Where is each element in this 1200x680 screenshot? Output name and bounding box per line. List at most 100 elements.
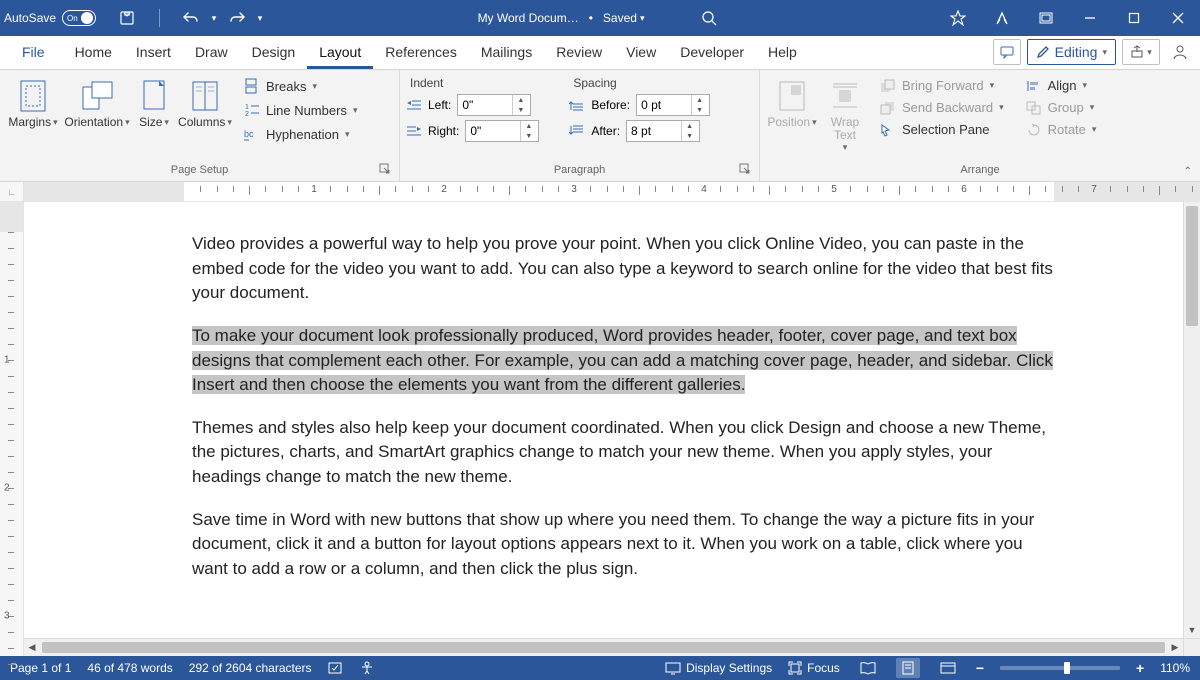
- accessibility-icon[interactable]: [360, 661, 374, 675]
- web-layout-icon[interactable]: [936, 658, 960, 678]
- save-icon[interactable]: [112, 4, 142, 32]
- tab-references[interactable]: References: [373, 38, 469, 69]
- rotate-button: Rotate▾: [1022, 120, 1101, 139]
- tab-mailings[interactable]: Mailings: [469, 38, 544, 69]
- account-icon[interactable]: [1166, 39, 1194, 65]
- zoom-out[interactable]: −: [976, 660, 984, 676]
- zoom-thumb[interactable]: [1064, 662, 1070, 674]
- tab-design[interactable]: Design: [240, 38, 308, 69]
- tab-layout[interactable]: Layout: [307, 38, 373, 69]
- undo-dropdown[interactable]: ▾: [208, 4, 220, 32]
- hyphenation-button[interactable]: bc Hyphenation▾: [240, 124, 361, 144]
- paragraph[interactable]: Video provides a powerful way to help yo…: [192, 232, 1062, 306]
- horizontal-ruler[interactable]: ∟ 1234567: [0, 182, 1200, 202]
- char-count[interactable]: 292 of 2604 characters: [189, 661, 312, 675]
- editing-mode-button[interactable]: Editing ▾: [1027, 39, 1116, 65]
- share-button[interactable]: ▾: [1122, 39, 1160, 65]
- scroll-down-icon[interactable]: ▼: [1184, 622, 1200, 638]
- indent-left-input[interactable]: [458, 98, 512, 112]
- columns-icon: [190, 78, 220, 114]
- margins-button[interactable]: Margins▾: [6, 74, 60, 129]
- tab-help[interactable]: Help: [756, 38, 809, 69]
- save-status-dropdown[interactable]: Saved ▾: [603, 11, 645, 25]
- close-button[interactable]: [1156, 0, 1200, 36]
- page-setup-launcher[interactable]: [379, 163, 393, 177]
- tab-view[interactable]: View: [614, 38, 668, 69]
- page: Video provides a powerful way to help yo…: [42, 202, 1182, 656]
- size-button[interactable]: Size▾: [134, 74, 174, 129]
- align-button[interactable]: Align▾: [1022, 76, 1101, 95]
- zoom-in[interactable]: +: [1136, 660, 1144, 676]
- autosave-toggle[interactable]: AutoSave On: [0, 10, 104, 26]
- doc-title-text: My Word Docum…: [478, 11, 579, 25]
- group-page-setup: Margins▾ Orientation▾ Size▾ Columns▾ Bre…: [0, 70, 400, 181]
- indent-right-icon: [406, 124, 422, 138]
- indent-right-input[interactable]: [466, 124, 520, 138]
- status-bar: Page 1 of 1 46 of 478 words 292 of 2604 …: [0, 656, 1200, 680]
- ribbon: Margins▾ Orientation▾ Size▾ Columns▾ Bre…: [0, 70, 1200, 182]
- paragraph[interactable]: Save time in Word with new buttons that …: [192, 508, 1062, 582]
- scroll-thumb[interactable]: [1186, 206, 1198, 326]
- ribbon-options-icon[interactable]: [1024, 0, 1068, 36]
- spacing-after[interactable]: After: ▲▼: [569, 120, 710, 142]
- line-numbers-icon: 12: [244, 102, 260, 118]
- tab-file[interactable]: File: [10, 38, 57, 69]
- comments-button[interactable]: [993, 39, 1021, 65]
- minimize-button[interactable]: [1068, 0, 1112, 36]
- focus-mode[interactable]: Focus: [788, 661, 840, 675]
- spacing-before-input[interactable]: [637, 98, 691, 112]
- tab-draw[interactable]: Draw: [183, 38, 240, 69]
- vertical-scrollbar[interactable]: ▲ ▼: [1183, 202, 1200, 638]
- scroll-right-icon[interactable]: ▶: [1167, 639, 1183, 656]
- paragraph: To make your document look professionall…: [192, 324, 1062, 398]
- vertical-ruler[interactable]: 123: [0, 202, 24, 656]
- spacing-before[interactable]: Before: ▲▼: [569, 94, 710, 116]
- coming-soon-icon[interactable]: [936, 0, 980, 36]
- columns-button[interactable]: Columns▾: [178, 74, 232, 129]
- indent-left-icon: [406, 98, 422, 112]
- line-numbers-button[interactable]: 12 Line Numbers▾: [240, 100, 361, 120]
- tab-home[interactable]: Home: [63, 38, 124, 69]
- paragraph[interactable]: Themes and styles also help keep your do…: [192, 416, 1062, 490]
- svg-text:bc: bc: [244, 129, 254, 139]
- selected-text[interactable]: To make your document look professionall…: [192, 326, 1053, 394]
- tab-developer[interactable]: Developer: [668, 38, 756, 69]
- scroll-thumb[interactable]: [42, 642, 1165, 653]
- paragraph-launcher[interactable]: [739, 163, 753, 177]
- search-icon[interactable]: [694, 10, 724, 26]
- redo-button[interactable]: [222, 4, 252, 32]
- indent-heading: Indent: [406, 76, 539, 90]
- tab-selector[interactable]: ∟: [0, 182, 24, 201]
- breaks-icon: [244, 78, 260, 94]
- indent-left[interactable]: Left: ▲▼: [406, 94, 539, 116]
- document-content[interactable]: Video provides a powerful way to help yo…: [192, 232, 1062, 600]
- qat-customize[interactable]: ▾: [254, 4, 266, 32]
- breaks-button[interactable]: Breaks▾: [240, 76, 361, 96]
- page-status[interactable]: Page 1 of 1: [10, 661, 71, 675]
- spell-check-icon[interactable]: [328, 661, 344, 675]
- maximize-button[interactable]: [1112, 0, 1156, 36]
- size-icon: [141, 78, 167, 114]
- zoom-slider[interactable]: [1000, 666, 1120, 670]
- read-mode-icon[interactable]: [856, 658, 880, 678]
- print-layout-icon[interactable]: [896, 658, 920, 678]
- undo-button[interactable]: [176, 4, 206, 32]
- send-backward-button: Send Backward▾: [876, 98, 1008, 117]
- tab-review[interactable]: Review: [544, 38, 614, 69]
- scroll-left-icon[interactable]: ◀: [24, 639, 40, 656]
- touch-mode-icon[interactable]: [980, 0, 1024, 36]
- spacing-after-icon: [569, 124, 585, 138]
- zoom-level[interactable]: 110%: [1160, 661, 1190, 675]
- document-viewport[interactable]: Video provides a powerful way to help yo…: [24, 202, 1200, 656]
- spacing-after-input[interactable]: [627, 124, 681, 138]
- collapse-ribbon[interactable]: ⌃: [1184, 166, 1192, 177]
- horizontal-scrollbar[interactable]: ◀ ▶: [24, 638, 1183, 656]
- word-count[interactable]: 46 of 478 words: [87, 661, 172, 675]
- wrap-text-button: WrapText▾: [822, 74, 868, 153]
- tab-insert[interactable]: Insert: [124, 38, 183, 69]
- autosave-switch[interactable]: On: [62, 10, 96, 26]
- display-settings[interactable]: Display Settings: [665, 661, 772, 675]
- selection-pane-button[interactable]: Selection Pane: [876, 120, 1008, 139]
- indent-right[interactable]: Right: ▲▼: [406, 120, 539, 142]
- orientation-button[interactable]: Orientation▾: [64, 74, 130, 129]
